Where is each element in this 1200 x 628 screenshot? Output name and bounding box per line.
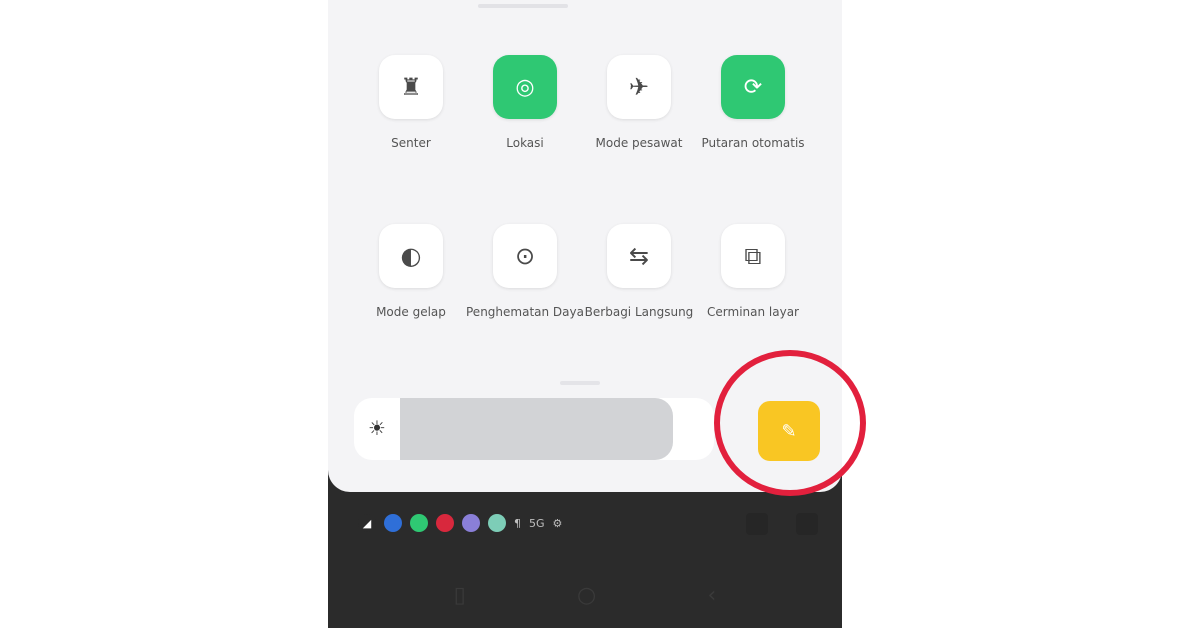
status-placeholder-icon xyxy=(746,513,768,535)
screen-cast-icon: ⧉ xyxy=(744,242,762,270)
app-icon-purple xyxy=(462,514,480,532)
flashlight-icon: ♜ xyxy=(400,73,422,101)
app-icon-green xyxy=(410,514,428,532)
recents-button[interactable]: ▯ xyxy=(454,583,466,608)
battery-saver-icon: ⊙ xyxy=(514,242,536,270)
brightness-slider[interactable]: ☀ xyxy=(354,398,714,460)
phone-screen: ♜ Senter ◎ Lokasi ✈ Mode pesawat ⟳ Putaran otom… xyxy=(328,0,842,628)
signal-icon: ◢ xyxy=(358,514,376,532)
app-icon-blue xyxy=(384,514,402,532)
page-indicator xyxy=(560,381,600,385)
quick-tile: ⧉ Cerminan layar xyxy=(678,224,828,354)
quick-tile-label: Putaran otomatis xyxy=(701,136,805,150)
status-text: 5G xyxy=(529,516,545,530)
quick-tile-label: Mode gelap xyxy=(376,305,446,319)
quick-tile-button[interactable]: ◎ xyxy=(493,55,557,119)
brightness-icon: ☀ xyxy=(368,416,386,440)
status-text: ¶ xyxy=(514,516,521,530)
airplane-icon: ✈ xyxy=(628,73,650,101)
status-placeholder-icon xyxy=(796,513,818,535)
quick-settings-panel: ♜ Senter ◎ Lokasi ✈ Mode pesawat ⟳ Putaran otom… xyxy=(328,0,842,492)
app-icon-teal xyxy=(488,514,506,532)
quick-tile-label: Lokasi xyxy=(506,136,544,150)
edit-tiles-button[interactable]: ✎ xyxy=(758,401,820,461)
quick-tile-button[interactable]: ♜ xyxy=(379,55,443,119)
quick-tile: ⟳ Putaran otomatis xyxy=(678,55,828,185)
auto-rotate-icon: ⟳ xyxy=(743,74,763,100)
panel-drag-handle[interactable] xyxy=(478,4,568,8)
status-text: ⚙ xyxy=(552,516,563,530)
quick-tile-label: Senter xyxy=(391,136,431,150)
edit-icon: ✎ xyxy=(781,420,797,442)
home-button[interactable]: ○ xyxy=(577,583,596,608)
brightness-level-fill xyxy=(400,398,673,460)
quick-tile-button[interactable]: ◐ xyxy=(379,224,443,288)
quick-tile-button[interactable]: ⧉ xyxy=(721,224,785,288)
back-button[interactable]: ‹ xyxy=(708,583,717,608)
dark-mode-icon: ◐ xyxy=(400,242,422,270)
quick-tile-button[interactable]: ⟳ xyxy=(721,55,785,119)
quick-tile-label: Mode pesawat xyxy=(595,136,683,150)
quick-tile-button[interactable]: ⊙ xyxy=(493,224,557,288)
app-icon-red xyxy=(436,514,454,532)
quick-tile-label: Cerminan layar xyxy=(707,305,799,319)
nearby-share-icon: ⇆ xyxy=(628,242,650,270)
quick-tile-button[interactable]: ⇆ xyxy=(607,224,671,288)
status-bar-right xyxy=(718,513,818,535)
quick-tile-button[interactable]: ✈ xyxy=(607,55,671,119)
location-icon: ◎ xyxy=(515,74,535,100)
navigation-bar: ▯ ○ ‹ xyxy=(328,572,842,618)
